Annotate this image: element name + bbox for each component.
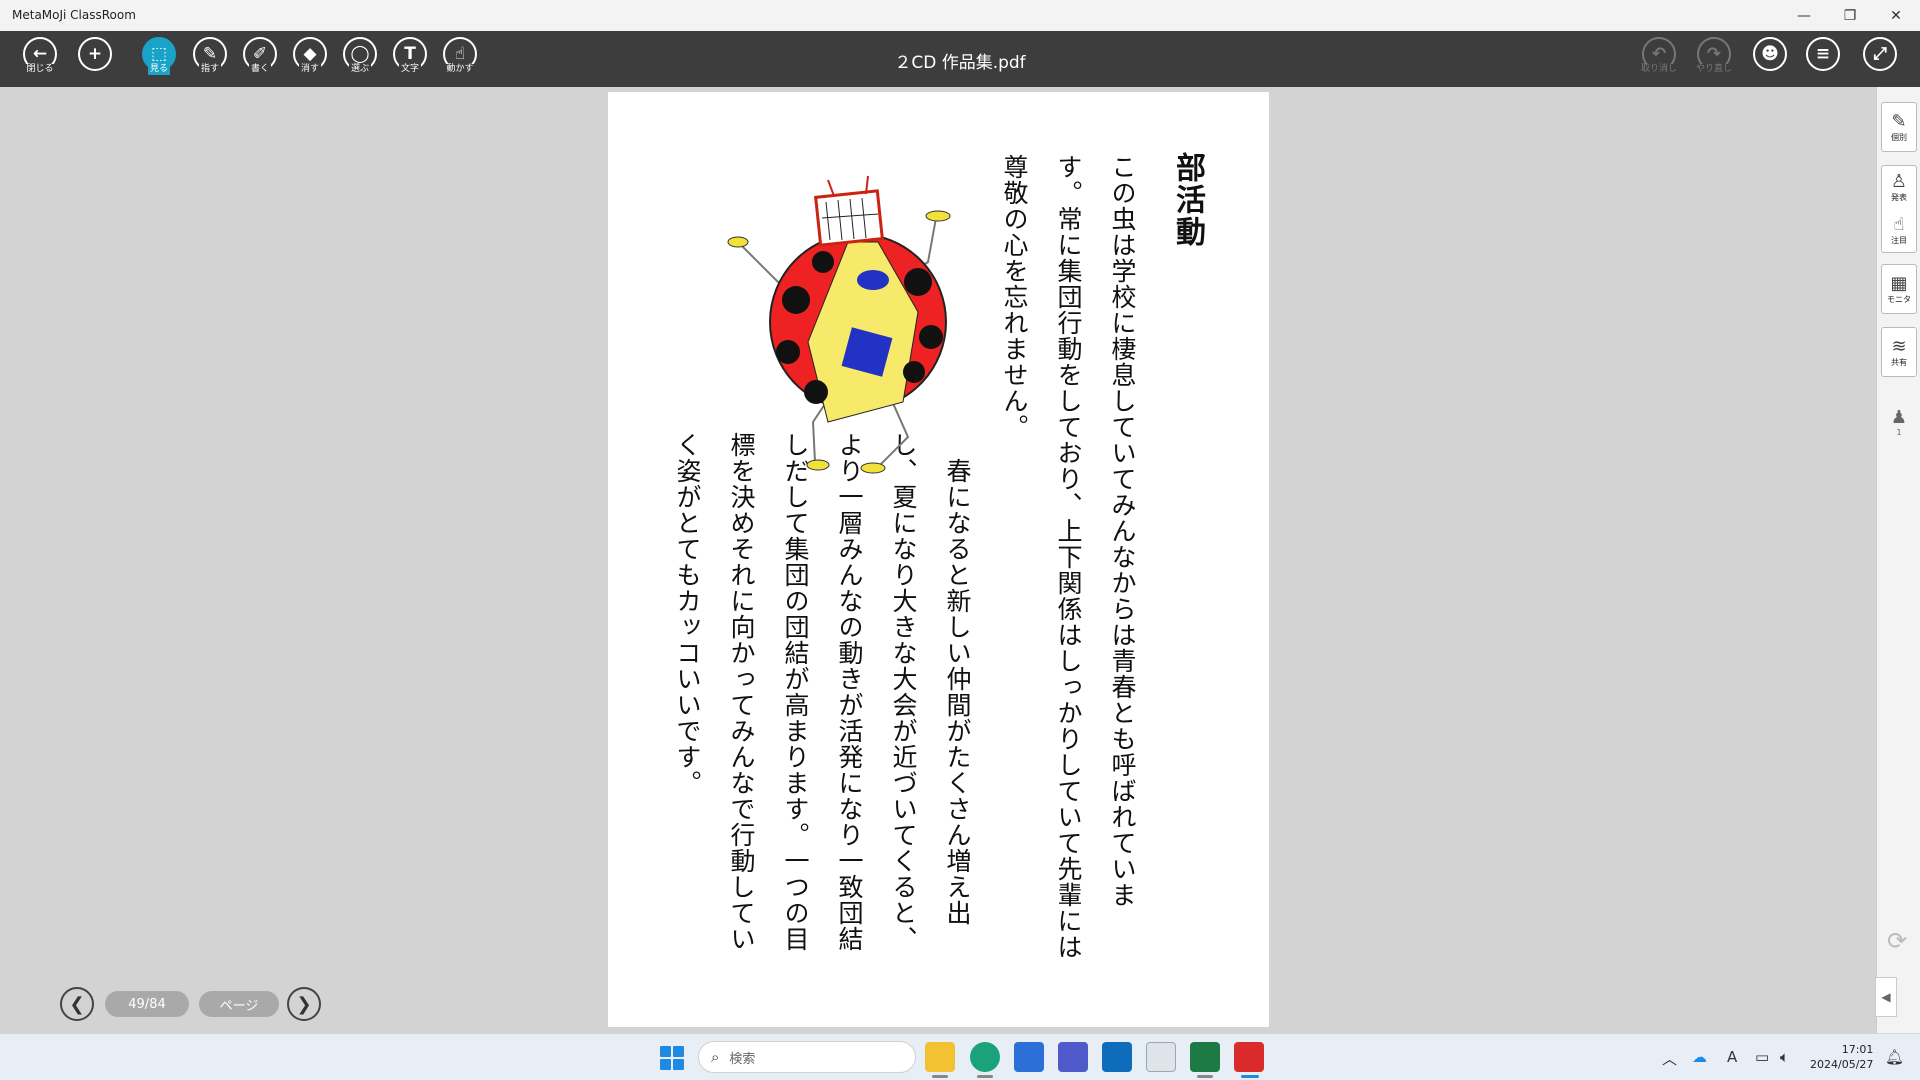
individual-button[interactable]: ✎ 個別: [1881, 102, 1917, 152]
title-bar: MetaMoJi ClassRoom — ❐ ✕: [0, 0, 1920, 31]
paragraph-1: この虫は学校に棲息していてみんなからは青春とも呼ばれていま す。常に集団行動をし…: [1000, 154, 1137, 960]
participant-count[interactable]: ♟ 1: [1881, 407, 1917, 437]
share-button[interactable]: ≋ 共有: [1881, 327, 1917, 377]
edge-browser-icon[interactable]: [970, 1042, 1000, 1072]
monitor-button[interactable]: ▦ モニタ: [1881, 264, 1917, 314]
metamoji-app-icon[interactable]: [1234, 1042, 1264, 1072]
right-panel: ✎ 個別 ♙ 発表 ☝ 注目 ▦ モニタ ≋ 共有 ♟ 1 ⟳ ◀: [1875, 87, 1920, 1033]
notification-bell-icon[interactable]: 🔔︎: [1885, 1048, 1904, 1066]
undo-button[interactable]: ↶ 取り消し: [1637, 37, 1681, 81]
undo-label: 取り消し: [1638, 64, 1679, 75]
close-window-button[interactable]: ✕: [1873, 0, 1919, 31]
windows-logo-icon: [660, 1046, 671, 1057]
individual-label: 個別: [1891, 132, 1907, 142]
excel-running-indicator: [1197, 1075, 1213, 1078]
tray-overflow-icon[interactable]: ︿: [1662, 1048, 1677, 1069]
presenter-icon: ♙: [1890, 171, 1908, 192]
metamoji-active-indicator: [1241, 1075, 1259, 1078]
person-icon: ♟: [1890, 407, 1908, 428]
participant-number: 1: [1896, 428, 1902, 437]
notepad-icon[interactable]: [1146, 1042, 1176, 1072]
expand-icon: ⤢: [1863, 37, 1897, 71]
focus-button[interactable]: ☝ 注目: [1891, 215, 1907, 246]
app-title: MetaMoJi ClassRoom: [12, 8, 136, 22]
prev-page-button[interactable]: ❮: [60, 987, 94, 1021]
group-icon: ☻: [1753, 37, 1787, 71]
outlook-icon[interactable]: [1102, 1042, 1132, 1072]
document-page[interactable]: 部活動 この虫は学校に棲息していてみんなからは青春とも呼ばれていま す。常に集団…: [608, 92, 1269, 1027]
redo-label: やり直し: [1693, 64, 1734, 75]
restore-button[interactable]: ❐: [1827, 0, 1873, 31]
network-icon[interactable]: ▭: [1755, 1048, 1769, 1066]
share-stack-icon: ≋: [1891, 335, 1907, 357]
group-button[interactable]: ☻: [1748, 37, 1792, 81]
minimize-button[interactable]: —: [1781, 0, 1827, 31]
clock-time: 17:01: [1841, 1043, 1874, 1056]
excel-icon[interactable]: [1190, 1042, 1220, 1072]
explorer-running-indicator: [932, 1075, 948, 1078]
ime-indicator[interactable]: A: [1727, 1048, 1737, 1066]
volume-icon[interactable]: 🔈︎: [1780, 1048, 1789, 1066]
clock-date: 2024/05/27: [1810, 1058, 1874, 1071]
edge-running-indicator: [977, 1075, 993, 1078]
sync-icon[interactable]: ⟳: [1887, 927, 1907, 955]
monitor-grid-icon: ▦: [1890, 272, 1908, 294]
file-explorer-icon[interactable]: [925, 1042, 955, 1072]
windows-taskbar: ⌕ 検索 ︿ ☁ A ▭ 🔈︎ 17:01 2024/05/27 🔔︎: [0, 1033, 1920, 1080]
store-icon[interactable]: [1014, 1042, 1044, 1072]
fullscreen-button[interactable]: ⤢: [1858, 37, 1902, 81]
onedrive-icon[interactable]: ☁: [1692, 1048, 1707, 1066]
page-jump-button[interactable]: ページ: [199, 991, 279, 1017]
focus-label: 注目: [1891, 236, 1907, 245]
search-placeholder: 検索: [729, 1051, 756, 1067]
taskbar-search[interactable]: ⌕ 検索: [698, 1041, 916, 1073]
menu-button[interactable]: ≡: [1801, 37, 1845, 81]
redo-button[interactable]: ↷ やり直し: [1692, 37, 1736, 81]
paragraph-2: 春になると新しい仲間がたくさん増え出 し、夏になり大きな大会が近づいてくると、 …: [673, 432, 972, 952]
main-toolbar: ← 閉じる + ⬚ 見る ✎ 指す ✐ 書く ◆ 消す ◯ 選ぶ T 文字 ☝ …: [0, 31, 1920, 87]
start-button[interactable]: [660, 1046, 684, 1070]
teams-icon[interactable]: [1058, 1042, 1088, 1072]
page-heading: 部活動: [1170, 152, 1205, 248]
ladybug-illustration: [727, 175, 951, 474]
present-button[interactable]: ♙ 発表: [1891, 172, 1907, 203]
page-indicator[interactable]: 49/84: [105, 991, 189, 1017]
hand-raise-icon: ☝: [1893, 214, 1905, 235]
present-label: 発表: [1890, 193, 1907, 202]
search-icon: ⌕: [711, 1048, 720, 1066]
monitor-label: モニタ: [1887, 294, 1911, 304]
individual-icon: ✎: [1891, 110, 1907, 132]
collapse-panel-button[interactable]: ◀: [1875, 977, 1897, 1017]
menu-icon: ≡: [1806, 37, 1840, 71]
system-clock[interactable]: 17:01 2024/05/27: [1810, 1042, 1873, 1072]
document-title: ２CD 作品集.pdf: [894, 53, 1026, 73]
present-focus-group: ♙ 発表 ☝ 注目: [1881, 165, 1917, 253]
share-label: 共有: [1891, 357, 1907, 367]
next-page-button[interactable]: ❯: [287, 987, 321, 1021]
